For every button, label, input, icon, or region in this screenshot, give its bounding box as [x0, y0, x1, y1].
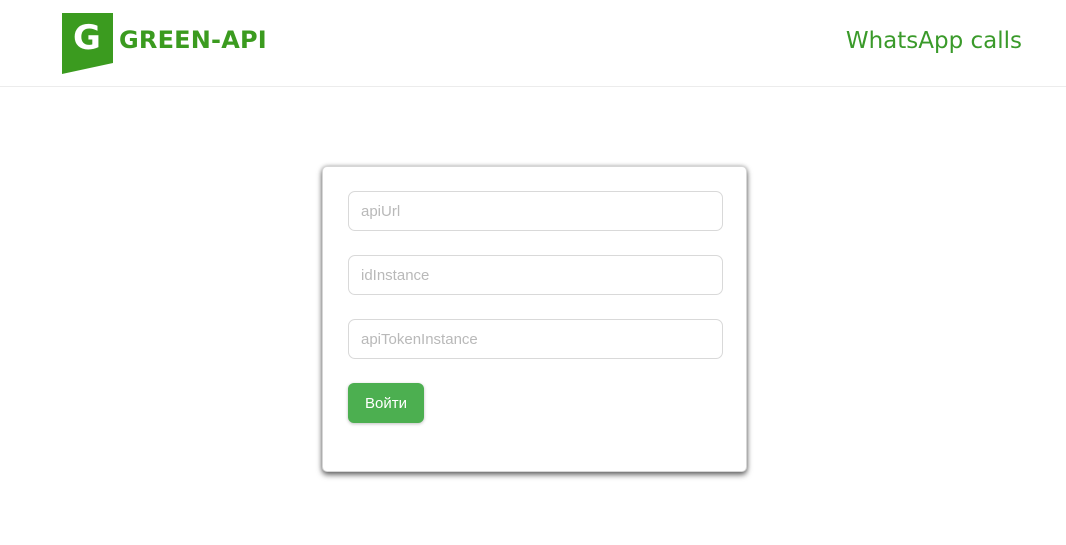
- green-api-g-logo-icon: G: [62, 12, 113, 74]
- api-url-input[interactable]: [348, 191, 723, 231]
- top-header: G GREEN-API WhatsApp calls: [0, 0, 1066, 87]
- login-card: Войти: [322, 166, 747, 472]
- api-token-instance-input[interactable]: [348, 319, 723, 359]
- id-instance-input[interactable]: [348, 255, 723, 295]
- page-title: WhatsApp calls: [845, 28, 1022, 54]
- svg-text:G: G: [73, 18, 101, 58]
- logo-text: GREEN-API: [119, 26, 267, 54]
- login-button[interactable]: Войти: [348, 383, 424, 423]
- green-api-logo[interactable]: G GREEN-API: [62, 12, 267, 74]
